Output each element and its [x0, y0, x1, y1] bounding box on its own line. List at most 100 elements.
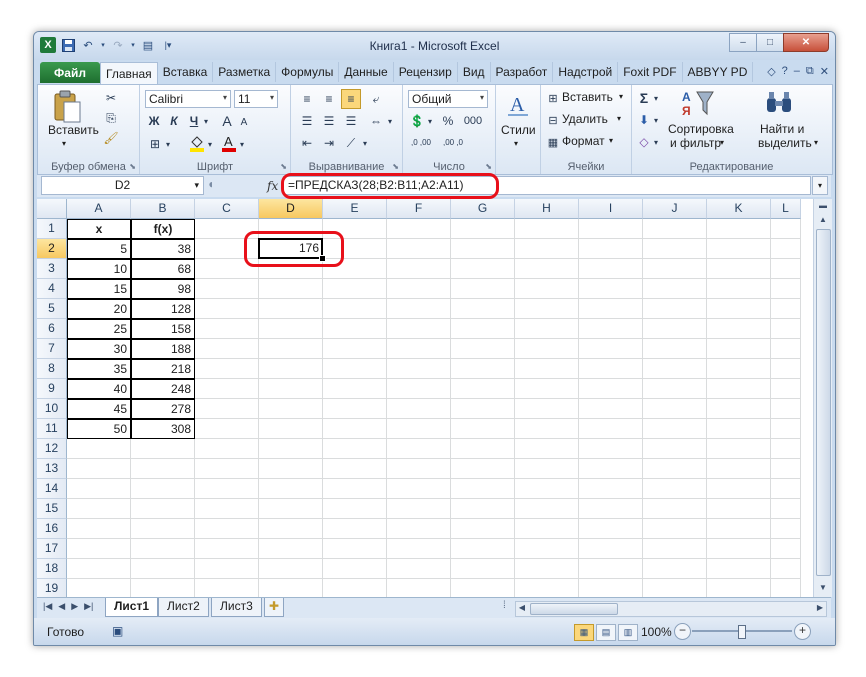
cell-e4[interactable]: [323, 279, 387, 299]
cell-c8[interactable]: [195, 359, 259, 379]
cell-a2[interactable]: 5: [67, 239, 131, 259]
cell-f10[interactable]: [387, 399, 451, 419]
format-dropdown-icon[interactable]: ▾: [609, 136, 613, 145]
find-select-icon[interactable]: [759, 87, 799, 121]
cell-f5[interactable]: [387, 299, 451, 319]
cell-c13[interactable]: [195, 459, 259, 479]
number-format-combo[interactable]: Общий ▾: [408, 90, 488, 108]
cell-e18[interactable]: [323, 559, 387, 579]
cell-e6[interactable]: [323, 319, 387, 339]
cell-h11[interactable]: [515, 419, 579, 439]
expand-formula-bar-icon[interactable]: ▾: [812, 176, 828, 195]
styles-icon[interactable]: A: [504, 90, 532, 120]
cell-b10[interactable]: 278: [131, 399, 195, 419]
cell-l7[interactable]: [771, 339, 801, 359]
cell-b3[interactable]: 68: [131, 259, 195, 279]
cell-i16[interactable]: [579, 519, 643, 539]
name-box[interactable]: D2 ▾: [41, 176, 204, 195]
cell-k4[interactable]: [707, 279, 771, 299]
cell-h19[interactable]: [515, 579, 579, 599]
cell-e12[interactable]: [323, 439, 387, 459]
cell-g11[interactable]: [451, 419, 515, 439]
cell-b14[interactable]: [131, 479, 195, 499]
cell-h16[interactable]: [515, 519, 579, 539]
bold-button[interactable]: Ж: [146, 112, 162, 130]
cell-d5[interactable]: [259, 299, 323, 319]
cell-b11[interactable]: 308: [131, 419, 195, 439]
horizontal-scroll-thumb[interactable]: [530, 603, 618, 615]
cell-a4[interactable]: 15: [67, 279, 131, 299]
cell-h4[interactable]: [515, 279, 579, 299]
sort-filter-icon[interactable]: АЯ: [678, 87, 718, 121]
cell-i3[interactable]: [579, 259, 643, 279]
cell-l13[interactable]: [771, 459, 801, 479]
cell-g10[interactable]: [451, 399, 515, 419]
styles-dropdown-icon[interactable]: ▾: [514, 139, 518, 148]
cell-k14[interactable]: [707, 479, 771, 499]
cell-b15[interactable]: [131, 499, 195, 519]
split-box-icon[interactable]: ▬: [815, 199, 831, 213]
zoom-out-button[interactable]: −: [674, 623, 691, 640]
scroll-up-icon[interactable]: ▲: [815, 213, 831, 227]
find-select-label1[interactable]: Найти и: [760, 122, 804, 136]
shrink-font-button[interactable]: A: [238, 114, 250, 130]
tab-view[interactable]: Вид: [458, 62, 491, 82]
cell-e11[interactable]: [323, 419, 387, 439]
cell-b5[interactable]: 128: [131, 299, 195, 319]
cell-c10[interactable]: [195, 399, 259, 419]
cell-f9[interactable]: [387, 379, 451, 399]
cell-f13[interactable]: [387, 459, 451, 479]
cell-f2[interactable]: [387, 239, 451, 259]
currency-icon[interactable]: 💲: [408, 112, 426, 130]
sort-filter-label2[interactable]: и фильтр: [670, 136, 721, 150]
underline-dropdown-icon[interactable]: ▾: [202, 112, 210, 130]
cell-g19[interactable]: [451, 579, 515, 599]
delete-cells-icon[interactable]: ⊟: [546, 112, 560, 128]
clear-icon[interactable]: ◇: [636, 133, 652, 151]
sort-filter-label1[interactable]: Сортировка: [668, 122, 734, 136]
cell-h15[interactable]: [515, 499, 579, 519]
cell-a17[interactable]: [67, 539, 131, 559]
formula-bar-grip-icon[interactable]: ◖: [207, 177, 214, 191]
cell-l3[interactable]: [771, 259, 801, 279]
row-header-4[interactable]: 4: [37, 279, 67, 299]
insert-function-icon[interactable]: fx: [267, 179, 278, 193]
cell-a15[interactable]: [67, 499, 131, 519]
cell-l5[interactable]: [771, 299, 801, 319]
cell-a11[interactable]: 50: [67, 419, 131, 439]
cell-f8[interactable]: [387, 359, 451, 379]
cell-j9[interactable]: [643, 379, 707, 399]
grow-font-button[interactable]: A: [220, 112, 234, 130]
cell-d17[interactable]: [259, 539, 323, 559]
row-header-15[interactable]: 15: [37, 499, 67, 519]
cell-g9[interactable]: [451, 379, 515, 399]
cell-a10[interactable]: 45: [67, 399, 131, 419]
cell-k3[interactable]: [707, 259, 771, 279]
cell-h10[interactable]: [515, 399, 579, 419]
cell-l6[interactable]: [771, 319, 801, 339]
cell-l12[interactable]: [771, 439, 801, 459]
cell-e10[interactable]: [323, 399, 387, 419]
scroll-down-icon[interactable]: ▼: [815, 581, 831, 595]
cell-d15[interactable]: [259, 499, 323, 519]
column-header-f[interactable]: F: [387, 199, 451, 219]
cell-j6[interactable]: [643, 319, 707, 339]
cell-a7[interactable]: 30: [67, 339, 131, 359]
row-header-14[interactable]: 14: [37, 479, 67, 499]
row-header-13[interactable]: 13: [37, 459, 67, 479]
zoom-level[interactable]: 100%: [641, 625, 672, 639]
cell-h8[interactable]: [515, 359, 579, 379]
select-all-corner[interactable]: [37, 199, 67, 219]
font-size-combo[interactable]: 11 ▾: [234, 90, 278, 108]
cell-c15[interactable]: [195, 499, 259, 519]
column-header-d[interactable]: D: [259, 199, 323, 219]
format-cells-icon[interactable]: ▦: [546, 134, 560, 150]
help-icon[interactable]: ?: [782, 65, 788, 78]
cell-h18[interactable]: [515, 559, 579, 579]
tab-data[interactable]: Данные: [339, 62, 394, 82]
delete-dropdown-icon[interactable]: ▾: [617, 114, 621, 123]
cell-j5[interactable]: [643, 299, 707, 319]
cell-l19[interactable]: [771, 579, 801, 599]
font-launcher-icon[interactable]: ⬊: [280, 162, 287, 171]
cell-f12[interactable]: [387, 439, 451, 459]
